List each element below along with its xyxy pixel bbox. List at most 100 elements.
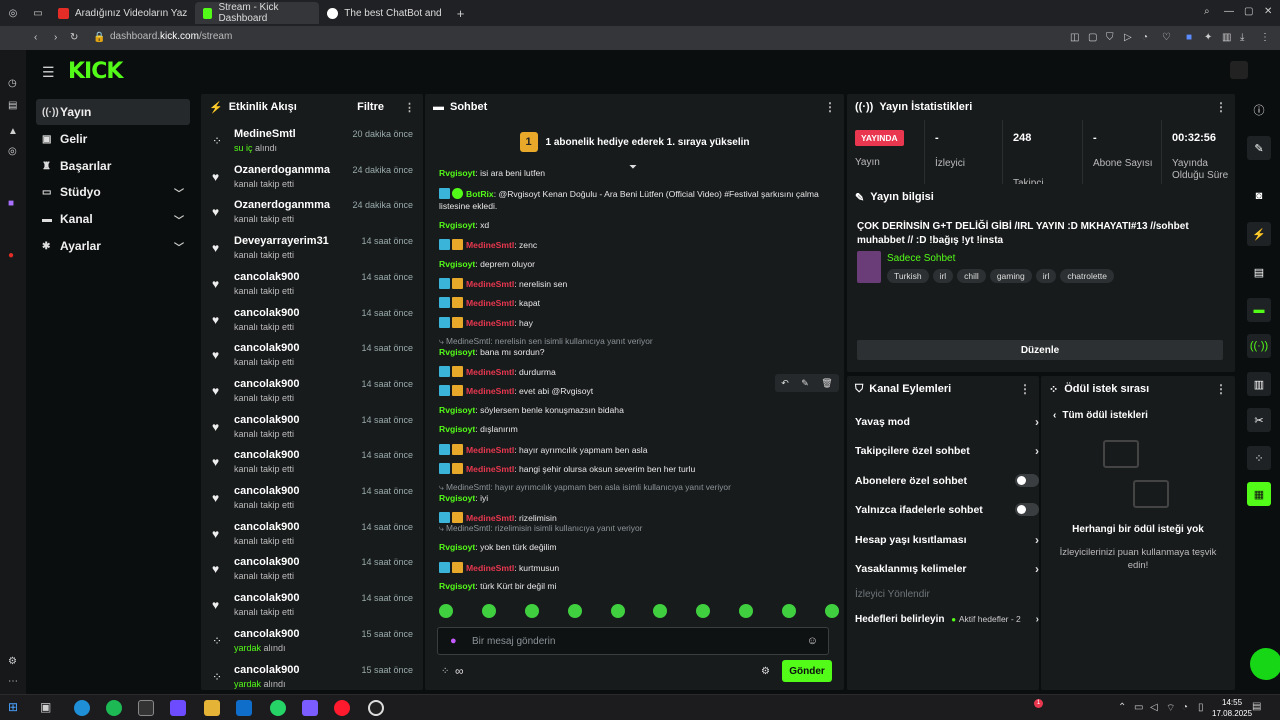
chat-username[interactable]: MedineSmtl — [466, 563, 514, 573]
sidebar-item-achievements[interactable]: ♜ Başarılar — [36, 153, 190, 179]
activity-username[interactable]: cancolak900 — [234, 592, 299, 604]
microphone-icon[interactable]: ● — [450, 635, 457, 647]
activity-username[interactable]: cancolak900 — [234, 307, 299, 319]
activity-username[interactable]: cancolak900 — [234, 378, 299, 390]
emote-icon[interactable] — [439, 604, 453, 618]
chat-tool-icon[interactable]: ▬ — [1247, 298, 1271, 322]
menu-icon[interactable]: ⋮ — [1260, 32, 1270, 43]
emote-icon[interactable] — [653, 604, 668, 618]
emote-icon[interactable] — [610, 604, 625, 618]
clock[interactable]: 14:55 17.08.2025 — [1212, 697, 1252, 719]
activity-username[interactable]: Ozanerdoganmma — [234, 199, 330, 211]
activity-username[interactable]: cancolak900 — [234, 664, 299, 676]
avatar[interactable] — [1230, 61, 1248, 79]
network-icon[interactable]: ◔ — [1182, 702, 1188, 713]
all-rewards-link[interactable]: ‹ Tüm ödül istekleri — [1053, 410, 1148, 421]
emote-icon[interactable] — [567, 604, 582, 618]
wrench-icon[interactable]: ✂ — [1247, 408, 1271, 432]
notifications-icon[interactable]: ▤ — [1252, 701, 1261, 712]
kick-logo[interactable]: KICK — [68, 59, 123, 84]
edit-tool-icon[interactable]: ✎ — [1247, 136, 1271, 160]
activity-item[interactable]: ♥ cancolak900 14 saat önce kanalı takip ett… — [201, 517, 423, 553]
activity-item[interactable]: ♥ cancolak900 14 saat önce kanalı takip ett… — [201, 552, 423, 588]
app-icon[interactable] — [302, 700, 318, 716]
shield-icon[interactable]: ⛉ — [1106, 32, 1114, 43]
users-icon[interactable]: ⁘ — [1247, 446, 1271, 470]
kick-app-icon[interactable]: ▲ — [8, 126, 18, 137]
url-field[interactable]: dashboard.kick.com/stream — [110, 31, 232, 42]
edit-button[interactable]: Düzenle — [857, 340, 1223, 360]
filter-button[interactable]: Filtre — [357, 101, 384, 113]
activity-username[interactable]: cancolak900 — [234, 271, 299, 283]
sidebar-item-revenue[interactable]: ▣ Gelir — [36, 126, 190, 152]
twitch-icon[interactable]: ■ — [8, 198, 14, 209]
puzzle-icon[interactable]: ✦ — [1204, 32, 1212, 43]
activity-username[interactable]: Ozanerdoganmma — [234, 164, 330, 176]
tab-chatbot[interactable]: The best ChatBot and — [319, 2, 449, 24]
clipboard-icon[interactable]: ▤ — [1247, 260, 1271, 284]
chat-input-placeholder[interactable]: Bir mesaj gönderin — [472, 636, 555, 647]
settings-icon[interactable]: ⚙ — [8, 656, 17, 667]
bookmark-icon[interactable]: ♡ — [1162, 32, 1171, 43]
emoji-icon[interactable]: ☺ — [807, 635, 818, 647]
camera-icon[interactable]: ◙ — [1247, 184, 1271, 208]
chat-username[interactable]: Rvgisoyt — [439, 347, 475, 357]
stream-tag[interactable]: irl — [1035, 269, 1057, 283]
browser-menu-icon[interactable]: ◎ — [0, 8, 26, 19]
maximize-icon[interactable]: ▢ — [1244, 6, 1253, 17]
points-icon[interactable]: ⁘ — [441, 666, 449, 677]
more-options-icon[interactable]: ⋮ — [1215, 100, 1227, 114]
toggle-switch[interactable] — [1015, 503, 1039, 516]
stream-tag[interactable]: chill — [957, 269, 986, 283]
extension-icon[interactable]: ◫ — [1070, 32, 1079, 43]
chat-username[interactable]: MedineSmtl — [466, 386, 514, 396]
sidebar-item-channel[interactable]: ▬ Kanal ﹀ — [36, 206, 190, 232]
minimize-icon[interactable]: — — [1224, 6, 1234, 17]
delete-icon[interactable]: 🗑 — [821, 378, 832, 389]
activity-item[interactable]: ⁘ cancolak900 15 saat önce yardak alındı — [201, 660, 423, 691]
emote-icon[interactable] — [481, 604, 496, 618]
outlook-icon[interactable] — [236, 700, 252, 716]
chat-username[interactable]: MedineSmtl — [466, 318, 514, 328]
toggle-switch[interactable] — [1015, 474, 1039, 487]
ext-blue-icon[interactable]: ■ — [1186, 32, 1192, 43]
more-options-icon[interactable]: ⋮ — [1215, 382, 1227, 396]
chat-username[interactable]: MedineSmtl — [466, 367, 514, 377]
chat-username[interactable]: MedineSmtl — [466, 240, 514, 250]
display-icon[interactable]: ▭ — [1134, 702, 1143, 713]
back-icon[interactable]: ‹ — [34, 32, 37, 43]
play-icon[interactable]: ▷ — [1124, 32, 1132, 43]
chat-username[interactable]: Rvgisoyt — [439, 542, 475, 552]
channel-action-row[interactable]: Yavaş mod › — [855, 415, 1039, 429]
activity-item[interactable]: ♥ Deveyarrayerim31 14 saat önce kanalı taki… — [201, 231, 423, 267]
download-icon[interactable]: ⤓ — [1240, 32, 1244, 43]
volume-icon[interactable]: ◁ — [1150, 702, 1158, 713]
calculator-icon[interactable] — [138, 700, 154, 716]
chat-username[interactable]: Rvgisoyt — [439, 424, 475, 434]
activity-username[interactable]: cancolak900 — [234, 449, 299, 461]
tray-chevron-icon[interactable]: ⌃ — [1118, 702, 1126, 713]
activity-item[interactable]: ♥ cancolak900 14 saat önce kanalı takip ett… — [201, 374, 423, 410]
workspaces-icon[interactable]: ▭ — [26, 8, 50, 19]
emote-icon[interactable] — [696, 604, 711, 618]
channel-action-row[interactable]: Takipçilere özel sohbet › — [855, 444, 1039, 458]
bolt-tool-icon[interactable]: ⚡ — [1247, 222, 1271, 246]
more-options-icon[interactable]: ⋮ — [1019, 382, 1031, 396]
whatsapp-icon[interactable] — [270, 700, 286, 716]
activity-username[interactable]: cancolak900 — [234, 628, 299, 640]
activity-item[interactable]: ⁘ cancolak900 15 saat önce yardak alındı — [201, 624, 423, 660]
tab-youtube[interactable]: Aradığınız Videoların Yaz — [50, 2, 195, 24]
chat-username[interactable]: Rvgisoyt — [439, 168, 475, 178]
sidebar-item-studio[interactable]: ▭ Stüdyo ﹀ — [36, 179, 190, 205]
chat-username[interactable]: Rvgisoyt — [439, 220, 475, 230]
forward-icon[interactable]: › — [54, 32, 57, 43]
activity-item[interactable]: ♥ cancolak900 14 saat önce kanalı takip ett… — [201, 481, 423, 517]
stream-tag[interactable]: irl — [932, 269, 954, 283]
chat-username[interactable]: MedineSmtl — [466, 445, 514, 455]
activity-item[interactable]: ♥ cancolak900 14 saat önce kanalı takip ett… — [201, 410, 423, 446]
activity-username[interactable]: cancolak900 — [234, 556, 299, 568]
battery-icon[interactable]: ▯ — [1198, 702, 1204, 713]
stream-tag[interactable]: Turkish — [887, 269, 929, 283]
chat-username[interactable]: MedineSmtl — [466, 464, 514, 474]
chat-input-box[interactable]: ● Bir mesaj gönderin ☺ — [437, 627, 829, 655]
